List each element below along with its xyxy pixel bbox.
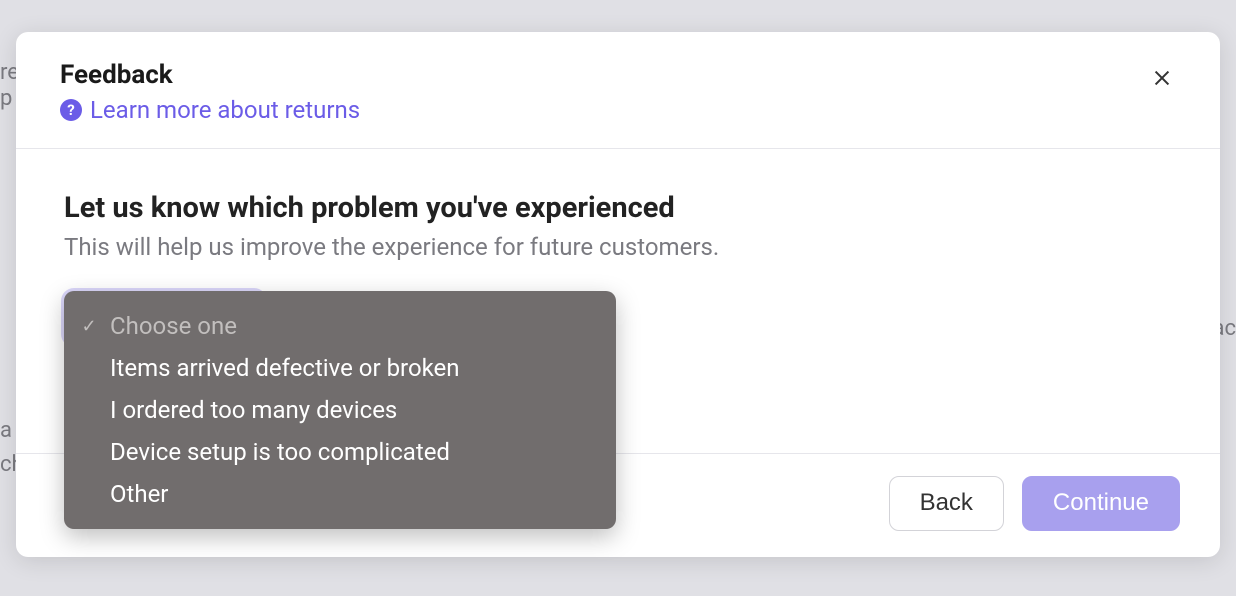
- reason-select-wrap: Choose one ✓ Choose one Items arrived de…: [64, 291, 264, 344]
- feedback-modal: Feedback ? Learn more about returns Let …: [16, 32, 1220, 557]
- dropdown-option-label: Choose one: [110, 312, 237, 340]
- dropdown-option-placeholder[interactable]: ✓ Choose one: [76, 305, 592, 347]
- reason-dropdown: ✓ Choose one Items arrived defective or …: [64, 291, 616, 529]
- continue-button[interactable]: Continue: [1022, 476, 1180, 531]
- dropdown-option-other[interactable]: Other: [76, 473, 592, 515]
- dropdown-option-too-many[interactable]: I ordered too many devices: [76, 389, 592, 431]
- back-button[interactable]: Back: [889, 476, 1004, 531]
- learn-more-text: Learn more about returns: [90, 96, 360, 124]
- bg-text: p: [0, 86, 12, 111]
- dropdown-option-label: I ordered too many devices: [110, 396, 397, 424]
- bg-text: a: [0, 418, 12, 443]
- dropdown-option-label: Other: [110, 480, 168, 508]
- dropdown-option-label: Items arrived defective or broken: [110, 354, 460, 382]
- dropdown-option-label: Device setup is too complicated: [110, 438, 450, 466]
- learn-more-link[interactable]: ? Learn more about returns: [60, 96, 360, 124]
- close-icon: [1151, 67, 1173, 89]
- feedback-question: Let us know which problem you've experie…: [64, 191, 1172, 225]
- modal-header: Feedback ? Learn more about returns: [16, 32, 1220, 149]
- dropdown-option-complicated[interactable]: Device setup is too complicated: [76, 431, 592, 473]
- dropdown-option-defective[interactable]: Items arrived defective or broken: [76, 347, 592, 389]
- feedback-subtext: This will help us improve the experience…: [64, 233, 1172, 261]
- close-button[interactable]: [1148, 64, 1176, 92]
- help-icon: ?: [60, 99, 82, 121]
- modal-body: Let us know which problem you've experie…: [16, 149, 1220, 454]
- check-icon: ✓: [76, 316, 102, 337]
- modal-title: Feedback: [60, 60, 1176, 90]
